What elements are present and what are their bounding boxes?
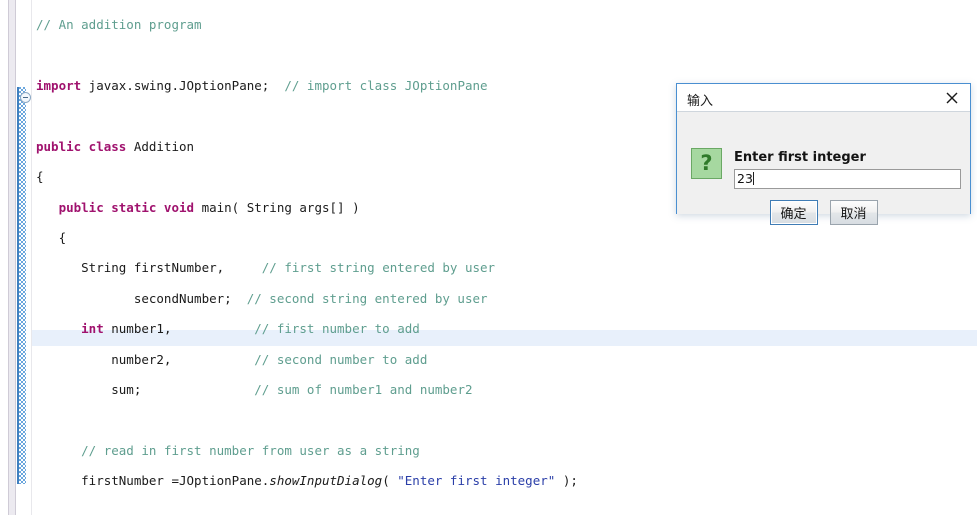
code-line: number2, // second number to add (36, 351, 428, 367)
cancel-button[interactable]: 取消 (829, 200, 878, 225)
text-caret (752, 172, 754, 185)
dialog-button-row: 确定 取消 (677, 200, 970, 225)
ok-button[interactable]: 确定 (769, 200, 818, 225)
dialog-titlebar[interactable]: 输入 (677, 84, 970, 112)
code-line: // An addition program (36, 17, 202, 33)
code-line: firstNumber =JOptionPane.showInputDialog… (36, 473, 578, 489)
dialog-message: Enter first integer (734, 150, 866, 165)
code-line: secondNumber; // second string entered b… (36, 290, 488, 306)
dialog-text-input[interactable]: 23 (734, 169, 961, 189)
question-icon: ? (691, 148, 722, 179)
code-line: // read in first number from user as a s… (81, 442, 420, 458)
close-icon[interactable] (942, 88, 962, 108)
code-line: int number1, // first number to add (81, 321, 420, 337)
code-line: sum; // sum of number1 and number2 (36, 381, 473, 397)
code-line: { (36, 229, 67, 245)
code-text[interactable]: // An addition program import javax.swin… (0, 0, 977, 515)
dialog-body: ? Enter first integer 23 确定 取消 (677, 112, 970, 225)
code-editor[interactable]: // An addition program import javax.swin… (0, 0, 977, 515)
dialog-input-value: 23 (737, 171, 753, 186)
code-line: String firstNumber, // first string ente… (36, 260, 496, 276)
screen: // An addition program import javax.swin… (0, 0, 977, 515)
dialog-title: 输入 (687, 94, 714, 109)
question-icon-glyph: ? (700, 151, 713, 175)
input-dialog[interactable]: 输入 ? Enter first integer 23 确定 取消 (676, 83, 971, 225)
